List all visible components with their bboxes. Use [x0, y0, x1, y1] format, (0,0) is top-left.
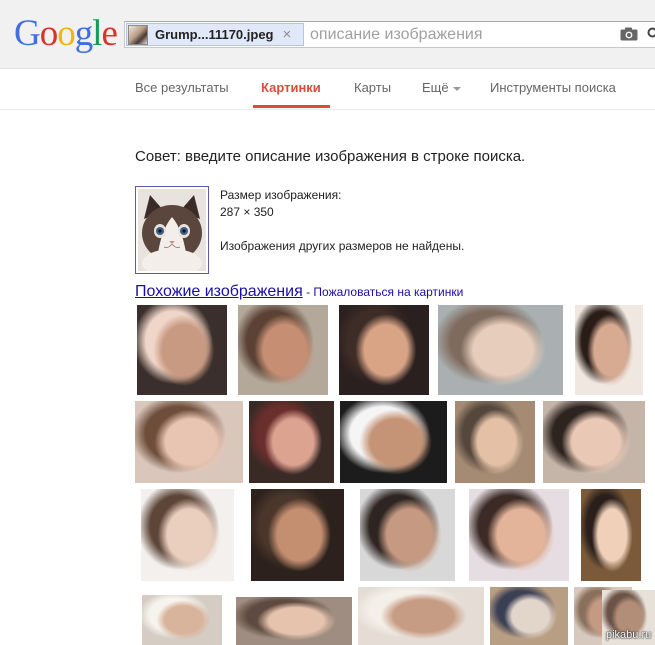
similar-image-tile[interactable] — [581, 489, 641, 581]
logo-letter: G — [14, 13, 41, 54]
similar-image-tile[interactable] — [249, 401, 334, 483]
header-bar: Google Grump...11170.jpeg × — [0, 0, 655, 69]
tab-all-results[interactable]: Все результаты — [135, 69, 229, 107]
query-image-filename: Grump...11170.jpeg — [155, 27, 274, 42]
similar-image-tile[interactable] — [543, 401, 645, 483]
search-tip: Совет: введите описание изображения в ст… — [135, 148, 526, 165]
chevron-down-icon — [452, 86, 461, 91]
similar-image-tile[interactable] — [236, 597, 352, 645]
similar-image-tile[interactable] — [339, 305, 429, 395]
image-size-label: Размер изображения: — [220, 188, 342, 202]
cat-image — [138, 189, 206, 271]
tab-search-tools[interactable]: Инструменты поиска — [490, 69, 616, 107]
image-size-value: 287 × 350 — [220, 205, 274, 219]
similar-image-tile[interactable] — [340, 401, 447, 483]
camera-icon[interactable] — [620, 27, 638, 41]
logo-letter: o — [57, 13, 75, 54]
tab-more[interactable]: Ещё — [422, 69, 461, 107]
search-button-icon[interactable] — [647, 27, 655, 41]
similar-image-tile[interactable] — [358, 587, 484, 645]
similar-image-tile[interactable] — [135, 401, 243, 483]
logo-letter: e — [101, 13, 118, 54]
tab-images[interactable]: Картинки — [261, 69, 321, 107]
similar-image-tile[interactable] — [137, 305, 227, 395]
similar-image-tile[interactable] — [251, 489, 344, 581]
similar-image-tile[interactable] — [469, 489, 569, 581]
query-image-thumbnail — [128, 24, 148, 45]
similar-image-tile[interactable] — [141, 489, 234, 581]
search-input[interactable] — [310, 24, 610, 45]
similar-image-tile[interactable] — [455, 401, 535, 483]
logo-letter: o — [39, 13, 58, 54]
similar-images-link[interactable]: Похожие изображения — [135, 283, 303, 300]
no-other-sizes-text: Изображения других размеров не найдены. — [220, 239, 465, 253]
similar-image-tile[interactable] — [490, 587, 568, 645]
similar-image-tile[interactable] — [575, 305, 643, 395]
logo-letter: g — [74, 13, 93, 54]
tab-more-label: Ещё — [422, 80, 449, 95]
logo-letter: l — [92, 13, 102, 54]
similar-image-tile[interactable] — [360, 489, 455, 581]
image-query-chip[interactable]: Grump...11170.jpeg × — [126, 23, 304, 46]
google-logo[interactable]: Google — [14, 12, 118, 56]
search-nav: Все результаты Картинки Карты Ещё Инстру… — [0, 69, 655, 110]
similar-images-row: Похожие изображения - Пожаловаться на ка… — [135, 283, 463, 301]
query-image[interactable] — [135, 186, 209, 274]
similar-image-tile[interactable] — [438, 305, 563, 395]
similar-image-tile[interactable] — [238, 305, 328, 395]
active-tab-indicator — [253, 105, 330, 108]
similar-image-tile[interactable] — [142, 595, 222, 645]
watermark: pikabu.ru — [606, 629, 652, 641]
tab-maps[interactable]: Карты — [354, 69, 391, 107]
close-icon[interactable]: × — [283, 27, 292, 42]
separator: - — [302, 285, 314, 299]
report-images-link[interactable]: Пожаловаться на картинки — [313, 285, 463, 299]
search-box[interactable]: Grump...11170.jpeg × — [124, 21, 655, 48]
